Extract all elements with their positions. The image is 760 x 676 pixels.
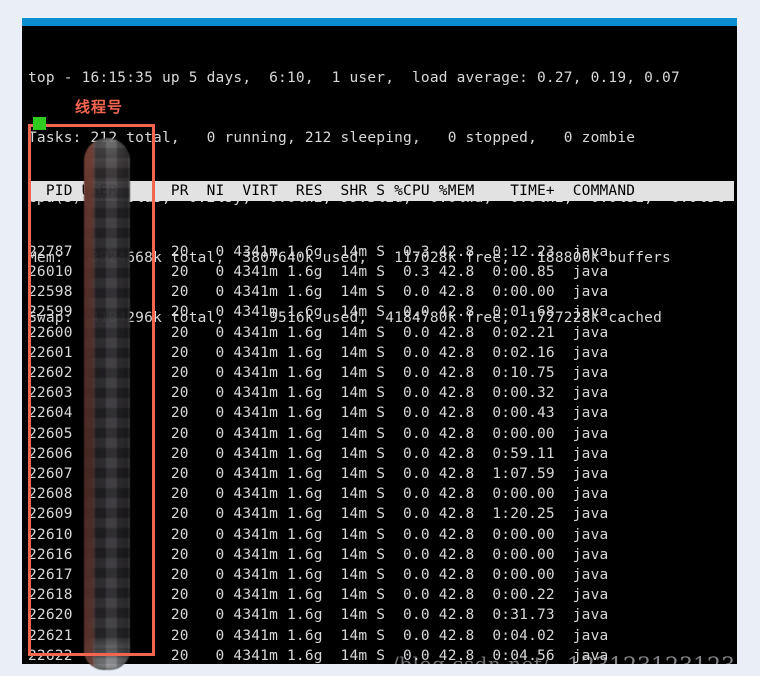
table-row: 22609 20 0 4341m 1.6g 14m S 0.0 42.8 1:2…: [28, 506, 609, 523]
table-row: 22606 20 0 4341m 1.6g 14m S 0.0 42.8 0:5…: [28, 445, 609, 462]
summary-line-uptime: top - 16:15:35 up 5 days, 6:10, 1 user, …: [28, 70, 680, 86]
process-table-header: PID USER PR NI VIRT RES SHR S %CPU %MEM …: [28, 181, 734, 202]
table-row: 22605 20 0 4341m 1.6g 14m S 0.0 42.8 0:0…: [28, 425, 609, 442]
table-row: 22604 20 0 4341m 1.6g 14m S 0.0 42.8 0:0…: [28, 405, 609, 422]
table-row: 22620 20 0 4341m 1.6g 14m S 0.0 42.8 0:3…: [28, 607, 609, 624]
window-title-bar: [22, 18, 737, 26]
table-row: 22621 20 0 4341m 1.6g 14m S 0.0 42.8 0:0…: [28, 627, 609, 644]
table-row: 22600 20 0 4341m 1.6g 14m S 0.0 42.8 0:0…: [28, 324, 609, 341]
table-row: 22601 20 0 4341m 1.6g 14m S 0.0 42.8 0:0…: [28, 344, 609, 361]
green-square-marker: [33, 117, 46, 130]
table-row: 22608 20 0 4341m 1.6g 14m S 0.0 42.8 0:0…: [28, 486, 609, 503]
table-row: 22603 20 0 4341m 1.6g 14m S 0.0 42.8 0:0…: [28, 385, 609, 402]
table-row: 22787 20 0 4341m 1.6g 14m S 0.3 42.8 0:1…: [28, 243, 609, 260]
user-column-redaction-blur: [84, 138, 130, 670]
table-row: 26010 20 0 4341m 1.6g 14m S 0.3 42.8 0:0…: [28, 264, 609, 281]
table-row: 22617 20 0 4341m 1.6g 14m S 0.0 42.8 0:0…: [28, 567, 609, 584]
table-row: 22616 20 0 4341m 1.6g 14m S 0.0 42.8 0:0…: [28, 546, 609, 563]
table-row: 22622 20 0 4341m 1.6g 14m S 0.0 42.8 0:0…: [28, 647, 609, 664]
table-row: 22610 20 0 4341m 1.6g 14m S 0.0 42.8 0:0…: [28, 526, 609, 543]
process-table-rows: 22787 20 0 4341m 1.6g 14m S 0.3 42.8 0:1…: [28, 242, 734, 664]
table-row: 22618 20 0 4341m 1.6g 14m S 0.0 42.8 0:0…: [28, 587, 609, 604]
table-row: 22602 20 0 4341m 1.6g 14m S 0.0 42.8 0:1…: [28, 365, 609, 382]
annotation-label-thread-id: 线程号: [75, 98, 124, 116]
table-row: 22607 20 0 4341m 1.6g 14m S 0.0 42.8 1:0…: [28, 466, 609, 483]
table-row: 22598 20 0 4341m 1.6g 14m S 0.0 42.8 0:0…: [28, 284, 609, 301]
process-table: PID USER PR NI VIRT RES SHR S %CPU %MEM …: [28, 141, 734, 664]
table-row: 22599 20 0 4341m 1.6g 14m S 0.0 42.8 0:0…: [28, 304, 609, 321]
